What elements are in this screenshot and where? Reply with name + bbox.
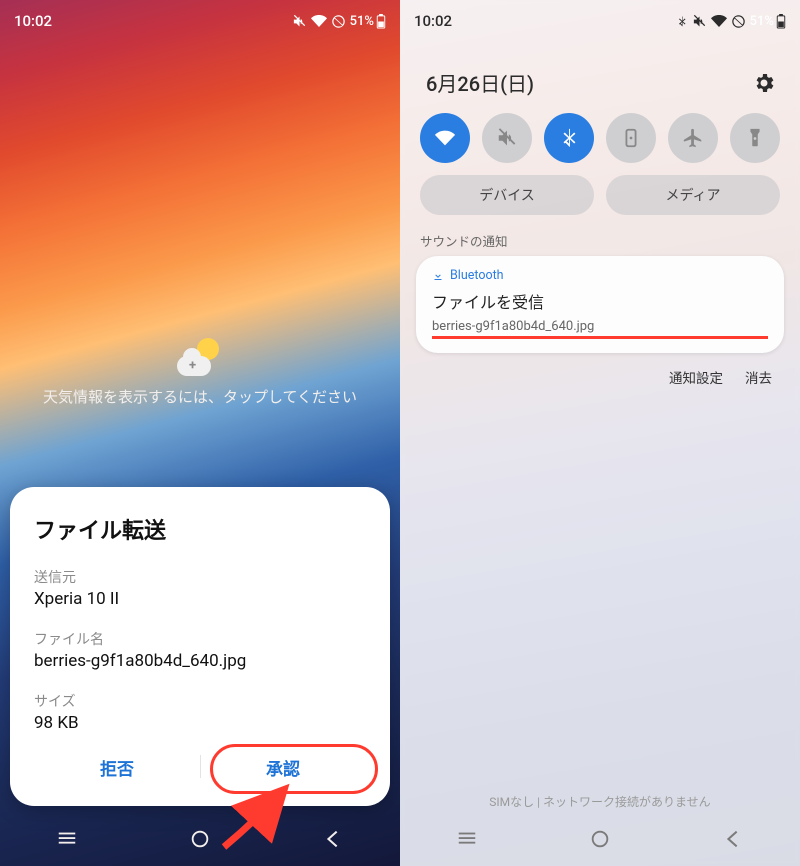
- notification-settings-button[interactable]: 通知設定: [669, 367, 723, 387]
- download-icon: [432, 270, 444, 282]
- chip-devices[interactable]: デバイス: [420, 175, 594, 215]
- sheet-title: ファイル転送: [34, 513, 366, 545]
- nav-home-button[interactable]: [589, 828, 611, 854]
- qs-wifi[interactable]: [420, 113, 470, 163]
- from-label: 送信元: [34, 567, 366, 587]
- notification-card[interactable]: Bluetooth ファイルを受信 berries-g9f1a80b4d_640…: [416, 256, 784, 353]
- file-transfer-sheet: ファイル転送 送信元 Xperia 10 II ファイル名 berries-g9…: [10, 487, 390, 806]
- filename-label: ファイル名: [34, 629, 366, 649]
- notif-action-row: 通知設定 消去: [414, 353, 786, 387]
- nav-recent-button[interactable]: [56, 828, 78, 854]
- qs-airplane[interactable]: [668, 113, 718, 163]
- size-value: 98 KB: [34, 713, 366, 733]
- qs-rotation[interactable]: [606, 113, 656, 163]
- nav-home-button[interactable]: [189, 828, 211, 854]
- notif-source: Bluetooth: [432, 268, 768, 283]
- no-signal-icon: [731, 14, 746, 29]
- status-time: 10:02: [14, 12, 52, 30]
- status-icons: 51%: [676, 13, 786, 29]
- no-signal-icon: [331, 14, 346, 29]
- from-value: Xperia 10 II: [34, 589, 366, 609]
- mute-icon: [292, 14, 307, 29]
- qs-sound[interactable]: [482, 113, 532, 163]
- settings-icon[interactable]: [752, 71, 776, 95]
- clear-button[interactable]: 消去: [745, 367, 772, 387]
- wifi-icon: [311, 13, 327, 29]
- sheet-actions: 拒否 承認: [34, 739, 366, 790]
- nav-back-button[interactable]: [722, 828, 744, 854]
- nav-bar: [0, 816, 400, 866]
- weather-icon: +: [177, 338, 223, 378]
- status-bar: 10:02 51%: [400, 0, 800, 36]
- mute-icon: [692, 14, 707, 29]
- decline-button[interactable]: 拒否: [34, 739, 200, 790]
- notif-subtitle: berries-g9f1a80b4d_640.jpg: [432, 319, 594, 334]
- shade-date: 6月26日(日): [426, 68, 534, 97]
- section-sound-notifications: サウンドの通知: [414, 229, 786, 256]
- status-bar: 10:02 51%: [0, 0, 400, 36]
- battery-indicator: 51%: [350, 14, 386, 29]
- chip-media[interactable]: メディア: [606, 175, 780, 215]
- qs-bluetooth[interactable]: [544, 113, 594, 163]
- nav-back-button[interactable]: [322, 828, 344, 854]
- weather-hint-text: 天気情報を表示するには、タップしてください: [0, 386, 400, 407]
- wifi-icon: [711, 13, 727, 29]
- weather-widget[interactable]: + 天気情報を表示するには、タップしてください: [0, 338, 400, 407]
- status-icons: 51%: [292, 13, 386, 29]
- size-label: サイズ: [34, 691, 366, 711]
- sim-status: SIMなし | ネットワーク接続がありません: [400, 793, 800, 810]
- chip-row: デバイス メディア: [414, 175, 786, 229]
- bluetooth-icon: [676, 14, 688, 29]
- battery-indicator: 51%: [750, 14, 786, 29]
- notification-shade: 6月26日(日) デバイス メディア サウンドの通知 Bluetooth ファイ…: [400, 0, 800, 387]
- status-time: 10:02: [414, 12, 452, 30]
- quick-settings-row: [414, 111, 786, 175]
- nav-bar: [400, 816, 800, 866]
- phone-right: 10:02 51% 6月26日(日) デバイス メディア: [400, 0, 800, 866]
- phone-left: 10:02 51% + 天気情報を表示するには、タップしてください ファイル転送…: [0, 0, 400, 866]
- notif-title: ファイルを受信: [432, 289, 768, 313]
- qs-flashlight[interactable]: [730, 113, 780, 163]
- accept-button[interactable]: 承認: [200, 739, 366, 790]
- filename-value: berries-g9f1a80b4d_640.jpg: [34, 651, 366, 671]
- nav-recent-button[interactable]: [456, 828, 478, 854]
